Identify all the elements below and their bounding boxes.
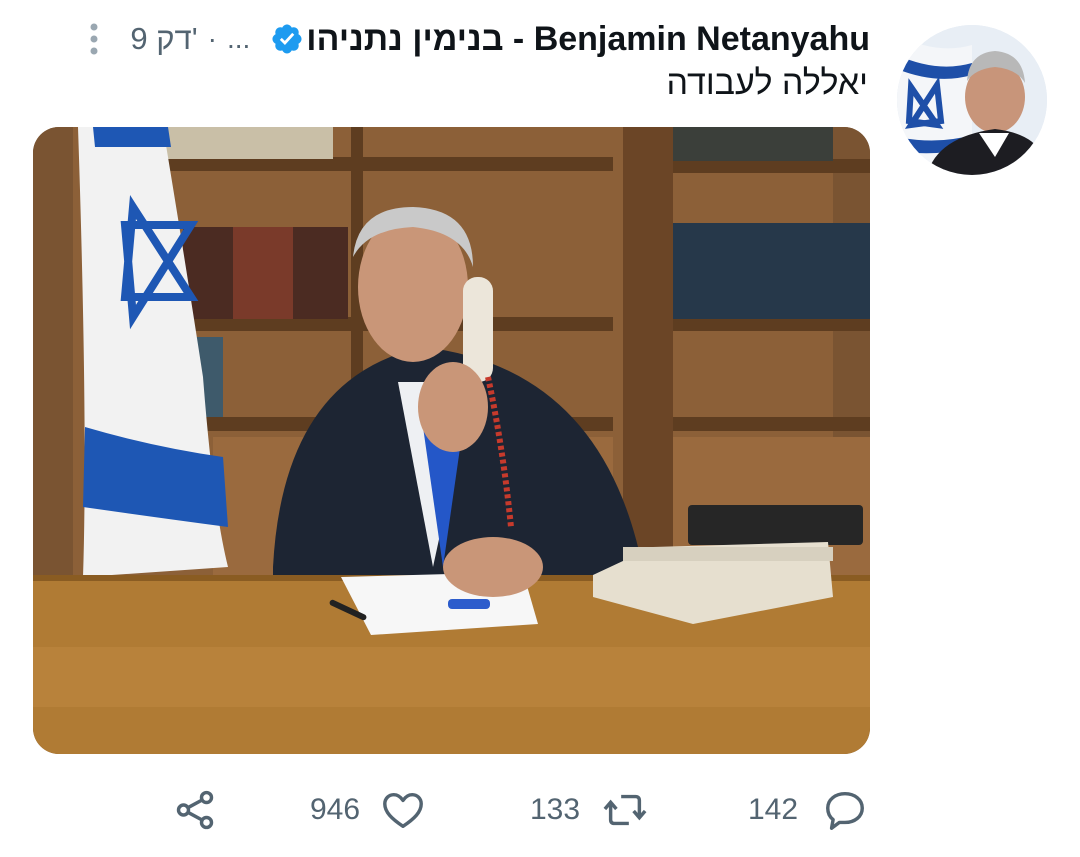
reply-icon — [826, 791, 865, 830]
tweet-actions: 946 133 142 — [160, 780, 880, 840]
meta-separator: · — [207, 23, 217, 54]
more-vertical-icon[interactable] — [86, 19, 102, 59]
like-button[interactable]: 946 — [310, 780, 426, 840]
share-icon — [176, 790, 214, 830]
tweet-media[interactable] — [33, 127, 870, 754]
avatar[interactable] — [897, 25, 1047, 175]
verified-badge-icon — [272, 24, 302, 54]
avatar-photo — [897, 25, 1047, 175]
reply-count: 142 — [748, 793, 799, 826]
retweet-count: 133 — [530, 793, 581, 826]
heart-icon — [383, 792, 423, 829]
tweet-text: יאללה לעבודה — [666, 64, 868, 102]
tweet-timestamp[interactable]: 9 דק' — [130, 21, 197, 57]
reply-button[interactable]: 142 — [748, 780, 868, 840]
like-count: 946 — [310, 793, 361, 826]
share-button[interactable] — [172, 780, 218, 840]
truncation-ellipsis: ... — [226, 23, 251, 54]
author-display-name[interactable]: בנימין נתניהו - Benjamin Netanyahu — [306, 20, 870, 59]
tweet-photo — [33, 127, 870, 754]
retweet-button[interactable]: 133 — [530, 780, 648, 840]
retweet-icon — [603, 794, 647, 826]
tweet-header: בנימין נתניהו - Benjamin Netanyahu ... ·… — [40, 14, 870, 64]
